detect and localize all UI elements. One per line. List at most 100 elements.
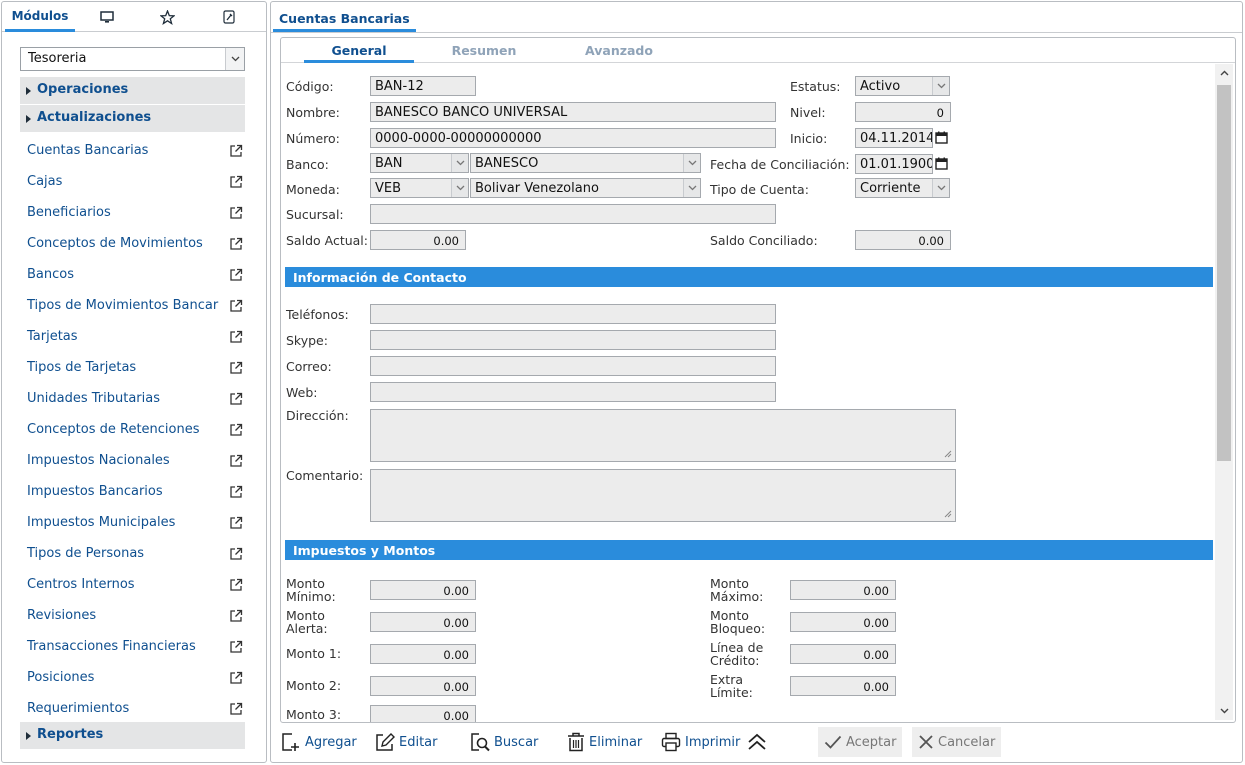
external-link-icon[interactable]	[229, 268, 243, 282]
extra-limite-field[interactable]: 0.00	[790, 676, 896, 696]
sidebar-item[interactable]: Tipos de Tarjetas	[20, 352, 248, 383]
monto-bloqueo-field[interactable]: 0.00	[790, 612, 896, 632]
numero-field[interactable]: 0000-0000-00000000000	[370, 128, 776, 148]
telefonos-field[interactable]	[370, 304, 776, 324]
sucursal-field[interactable]	[370, 204, 776, 224]
sidebar-item[interactable]: Impuestos Municipales	[20, 507, 248, 538]
saldo-actual-field[interactable]: 0.00	[370, 230, 466, 250]
monto-maximo-field[interactable]: 0.00	[790, 580, 896, 600]
scroll-thumb[interactable]	[1217, 85, 1231, 461]
tipo-cuenta-combo[interactable]: Corriente	[855, 178, 950, 198]
sidebar-item[interactable]: Tipos de Personas	[20, 538, 248, 569]
scroll-up-icon[interactable]	[1215, 64, 1233, 82]
imprimir-button[interactable]: Imprimir	[661, 727, 740, 757]
sidebar-item[interactable]: Conceptos de Movimientos	[20, 228, 248, 259]
scroll-down-icon[interactable]	[1215, 702, 1233, 720]
chevron-down-icon[interactable]	[932, 77, 949, 95]
chevron-down-icon[interactable]	[932, 179, 949, 197]
nivel-field[interactable]: 0	[855, 102, 951, 122]
chevron-down-icon[interactable]	[225, 48, 244, 70]
sidebar-item[interactable]: Bancos	[20, 259, 248, 290]
external-link-icon[interactable]	[229, 640, 243, 654]
external-link-icon[interactable]	[229, 423, 243, 437]
tab-screen[interactable]	[92, 2, 122, 32]
external-link-icon[interactable]	[229, 330, 243, 344]
calendar-icon[interactable]	[935, 157, 948, 170]
sidebar-item[interactable]: Requerimientos	[20, 693, 248, 724]
external-link-icon[interactable]	[229, 702, 243, 716]
monto-minimo-field[interactable]: 0.00	[370, 580, 476, 600]
form-scrollbar[interactable]	[1215, 64, 1233, 720]
chevron-down-icon[interactable]	[683, 154, 700, 172]
direccion-textarea[interactable]	[370, 409, 956, 462]
inicio-date-field[interactable]: 04.11.2014	[855, 128, 933, 148]
sidebar-item[interactable]: Conceptos de Retenciones	[20, 414, 248, 445]
form-title-tab[interactable]: Cuentas Bancarias	[273, 2, 416, 32]
calendar-icon[interactable]	[935, 131, 948, 144]
sidebar-item[interactable]: Impuestos Nacionales	[20, 445, 248, 476]
group-operaciones[interactable]: Operaciones	[20, 77, 245, 104]
sidebar-item[interactable]: Revisiones	[20, 600, 248, 631]
editar-button[interactable]: Editar	[375, 727, 438, 757]
banco-name-combo[interactable]: BANESCO	[470, 153, 701, 173]
moneda-name-combo[interactable]: Bolivar Venezolano	[470, 178, 701, 198]
banco-code-combo[interactable]: BAN	[370, 153, 469, 173]
sidebar-item[interactable]: Transacciones Financieras	[20, 631, 248, 662]
codigo-field[interactable]: BAN-12	[370, 76, 476, 96]
external-link-icon[interactable]	[229, 454, 243, 468]
sidebar-item[interactable]: Cuentas Bancarias	[20, 135, 248, 166]
external-link-icon[interactable]	[229, 299, 243, 313]
external-link-icon[interactable]	[229, 609, 243, 623]
fecha-conciliacion-date-field[interactable]: 01.01.1900	[855, 154, 933, 174]
sidebar-item[interactable]: Centros Internos	[20, 569, 248, 600]
comentario-textarea[interactable]	[370, 469, 956, 522]
external-link-icon[interactable]	[229, 578, 243, 592]
agregar-button[interactable]: Agregar	[281, 727, 357, 757]
module-select[interactable]: Tesoreria	[20, 47, 245, 71]
sidebar-item[interactable]: Impuestos Bancarios	[20, 476, 248, 507]
sidebar-item[interactable]: Tipos de Movimientos Bancar	[20, 290, 248, 321]
external-link-icon[interactable]	[229, 175, 243, 189]
eliminar-button[interactable]: Eliminar	[567, 727, 642, 757]
sidebar-item[interactable]: Posiciones	[20, 662, 248, 693]
linea-credito-field[interactable]: 0.00	[790, 644, 896, 664]
external-link-icon[interactable]	[229, 671, 243, 685]
chevron-down-icon[interactable]	[451, 154, 468, 172]
buscar-button[interactable]: Buscar	[470, 727, 538, 757]
sidebar-item[interactable]: Unidades Tributarias	[20, 383, 248, 414]
external-link-icon[interactable]	[229, 516, 243, 530]
external-link-icon[interactable]	[229, 144, 243, 158]
moneda-code-combo[interactable]: VEB	[370, 178, 469, 198]
correo-field[interactable]	[370, 356, 776, 376]
chevron-down-icon[interactable]	[451, 179, 468, 197]
resize-grip-icon[interactable]	[944, 450, 952, 458]
aceptar-button[interactable]: Aceptar	[818, 727, 903, 757]
cancelar-button[interactable]: Cancelar	[912, 727, 1002, 757]
estatus-combo[interactable]: Activo	[855, 76, 950, 96]
nombre-field[interactable]: BANESCO BANCO UNIVERSAL	[370, 102, 776, 122]
sidebar-item[interactable]: Beneficiarios	[20, 197, 248, 228]
tab-favorites[interactable]	[152, 2, 182, 32]
tab-avanzado[interactable]: Avanzado	[564, 38, 674, 63]
group-actualizaciones[interactable]: Actualizaciones	[20, 105, 245, 132]
external-link-icon[interactable]	[229, 361, 243, 375]
sidebar-item[interactable]: Tarjetas	[20, 321, 248, 352]
tab-resumen[interactable]: Resumen	[429, 38, 539, 63]
external-link-icon[interactable]	[229, 237, 243, 251]
resize-grip-icon[interactable]	[944, 510, 952, 518]
tab-modulos[interactable]: Módulos	[5, 2, 75, 32]
external-link-icon[interactable]	[229, 485, 243, 499]
external-link-icon[interactable]	[229, 206, 243, 220]
group-reportes[interactable]: Reportes	[20, 722, 245, 749]
monto-alerta-field[interactable]: 0.00	[370, 612, 476, 632]
sidebar-item[interactable]: Cajas	[20, 166, 248, 197]
monto-1-field[interactable]: 0.00	[370, 644, 476, 664]
tab-tools[interactable]	[214, 2, 244, 32]
monto-2-field[interactable]: 0.00	[370, 676, 476, 696]
tab-general[interactable]: General	[304, 38, 414, 63]
chevron-down-icon[interactable]	[683, 179, 700, 197]
saldo-conciliado-field[interactable]: 0.00	[855, 230, 951, 250]
web-field[interactable]	[370, 382, 776, 402]
external-link-icon[interactable]	[229, 392, 243, 406]
monto-3-field[interactable]: 0.00	[370, 705, 476, 722]
